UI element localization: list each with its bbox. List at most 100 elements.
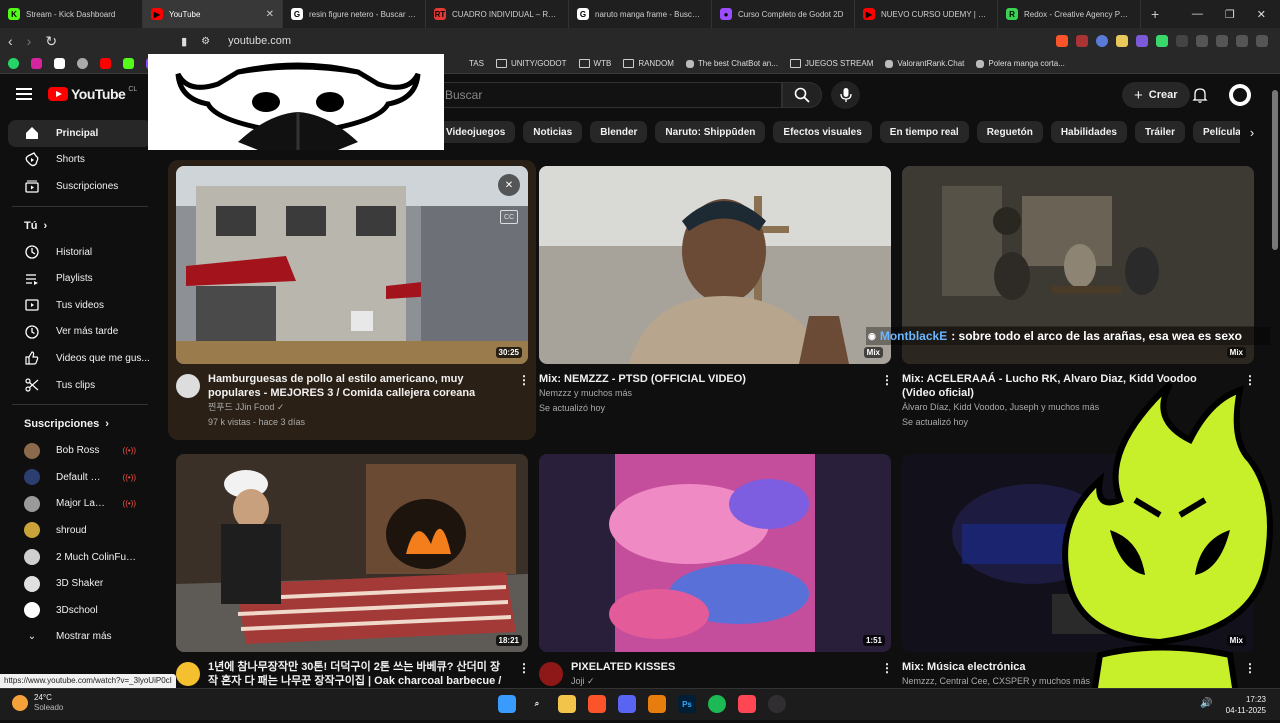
close-tab-icon[interactable]: ✕ (266, 9, 274, 20)
filter-chip[interactable]: Habilidades (1050, 121, 1127, 143)
video-channel[interactable]: 찐푸드 JJin Food ✓ (208, 400, 508, 415)
video-thumbnail[interactable]: 30:25 ✕ CC (176, 166, 528, 364)
chips-next-button[interactable]: › (1240, 121, 1264, 143)
scrollbar-thumb[interactable] (1272, 90, 1278, 250)
restore-icon[interactable]: ❐ (1225, 8, 1235, 21)
sidebar-item-principal[interactable]: Principal (8, 120, 152, 147)
subscriptions-section-header[interactable]: Suscripciones › (8, 411, 152, 437)
subscription-channel[interactable]: Bob Ross ((•)) (8, 437, 152, 464)
close-window-icon[interactable]: ✕ (1257, 8, 1266, 21)
browser-tab[interactable]: Gresin figure netero - Buscar con (283, 0, 426, 28)
subscription-channel[interactable]: 3D Shaker (8, 570, 152, 597)
extension-icon[interactable] (1176, 35, 1188, 47)
sidebar-toggle-icon[interactable] (1216, 35, 1228, 47)
brave-icon[interactable] (588, 695, 606, 713)
forward-icon[interactable]: › (27, 33, 32, 49)
site-info-icon[interactable]: ⚙ (201, 36, 210, 47)
reload-icon[interactable]: ↻ (45, 33, 57, 50)
mute-icon[interactable]: ✕ (498, 174, 520, 196)
bookmark-item[interactable]: WTB (578, 59, 611, 68)
clock[interactable]: 17:23 04-11-2025 (1226, 694, 1266, 716)
sidebar-item-videos-que-me-gus-[interactable]: Videos que me gus... (8, 345, 152, 372)
subscription-channel[interactable]: Default Cube ((•)) (8, 464, 152, 491)
account-avatar[interactable] (1229, 84, 1251, 106)
filter-chip[interactable]: Reguetón (976, 121, 1043, 143)
menu-icon[interactable] (1256, 35, 1268, 47)
bookmark-item[interactable]: TAS (469, 59, 484, 68)
sidebar-item-tus-videos[interactable]: Tus videos (8, 292, 152, 319)
filter-chip[interactable]: Efectos visuales (773, 121, 872, 143)
whatsapp-icon[interactable] (8, 58, 19, 69)
filter-chip[interactable]: Tráiler (1134, 121, 1185, 143)
video-channel[interactable]: Joji ✓ (571, 674, 871, 689)
create-button[interactable]: + Crear (1122, 82, 1190, 108)
new-tab-button[interactable]: + (1141, 6, 1169, 22)
video-channel[interactable]: Nemzzz y muchos más (539, 386, 869, 401)
brave-shield-icon[interactable] (1056, 35, 1068, 47)
filter-chip[interactable]: Naruto: Shippūden (655, 121, 766, 143)
video-thumbnail[interactable]: 1:51 (539, 454, 891, 652)
browser-tab[interactable]: ● Curso Completo de Godot 2D (712, 0, 855, 28)
filter-chip[interactable]: Videojuegos (436, 121, 516, 143)
bookmark-item[interactable]: ValorantRank.Chat (885, 59, 964, 68)
video-thumbnail[interactable]: 18:21 (176, 454, 528, 652)
sidebar-item-suscripciones[interactable]: Suscripciones (8, 173, 152, 200)
extension-icon[interactable] (1156, 35, 1168, 47)
you-section-header[interactable]: Tú › (8, 213, 152, 239)
extension-icon[interactable] (1096, 35, 1108, 47)
subscription-channel[interactable]: 3Dschool (8, 597, 152, 624)
photoshop-icon[interactable]: Ps (678, 695, 696, 713)
start-icon[interactable] (498, 695, 516, 713)
weather-widget[interactable]: 24°C Soleado (12, 693, 63, 713)
search-button[interactable] (782, 82, 822, 108)
hamburger-menu-icon[interactable] (16, 88, 32, 100)
video-title[interactable]: Hamburguesas de pollo al estilo american… (208, 372, 508, 400)
more-options-icon[interactable]: ⋮ (518, 662, 530, 674)
more-options-icon[interactable]: ⋮ (518, 374, 530, 386)
bookmark-item[interactable]: JUEGOS STREAM (789, 59, 873, 68)
video-title[interactable]: 1년에 참나무장작만 30톤! 더덕구이 2톤 쓰는 바베큐? 산더미 장작 혼… (208, 660, 508, 688)
search-icon[interactable]: ⌕ (528, 695, 546, 713)
browser-tab[interactable]: K Stream - Kick Dashboard (0, 0, 143, 28)
browser-tab[interactable]: Gnaruto manga frame - Buscar c (569, 0, 712, 28)
url-field[interactable]: youtube.com (228, 35, 291, 47)
bookmark-item[interactable]: Polera manga corta... (976, 59, 1065, 68)
video-title[interactable]: Mix: NEMZZZ - PTSD (OFFICIAL VIDEO) (539, 372, 869, 386)
x-icon[interactable] (54, 58, 65, 69)
extension-icon[interactable] (1136, 35, 1148, 47)
volume-icon[interactable]: 🔊 (1200, 698, 1212, 709)
filter-chip[interactable]: Blender (590, 121, 648, 143)
youtube-icon[interactable] (100, 58, 111, 69)
blender-icon[interactable] (648, 695, 666, 713)
youtube-logo[interactable]: YouTube CL (48, 86, 137, 102)
browser-tab[interactable]: ▶ NUEVO CURSO UDEMY | Crea (855, 0, 998, 28)
notifications-button[interactable] (1192, 87, 1208, 106)
search-input[interactable]: Buscar (420, 82, 782, 108)
sidebar-item-playlists[interactable]: Playlists (8, 265, 152, 292)
video-title[interactable]: PIXELATED KISSES (571, 660, 871, 674)
sidebar-item-tus-clips[interactable]: Tus clips (8, 372, 152, 399)
valorant-icon[interactable] (738, 695, 756, 713)
channel-avatar[interactable] (539, 662, 563, 686)
extension-icon[interactable] (1116, 35, 1128, 47)
video-thumbnail[interactable]: Mix (539, 166, 891, 364)
more-options-icon[interactable]: ⋮ (881, 374, 893, 386)
channel-avatar[interactable] (176, 374, 200, 398)
bookmark-item[interactable]: The best ChatBot an... (685, 59, 778, 68)
file-explorer-icon[interactable] (558, 695, 576, 713)
more-options-icon[interactable]: ⋮ (881, 662, 893, 674)
filter-chip[interactable]: En tiempo real (879, 121, 969, 143)
sidebar-item-historial[interactable]: Historial (8, 239, 152, 266)
channel-avatar[interactable] (176, 662, 200, 686)
brave-rewards-icon[interactable] (1076, 35, 1088, 47)
kick-icon[interactable] (123, 58, 134, 69)
browser-tab[interactable]: RT CUADRO INDIVIDUAL – Retela (426, 0, 569, 28)
browser-tab[interactable]: ▶ YouTube ✕ (143, 0, 283, 28)
captions-icon[interactable]: CC (500, 210, 518, 224)
bookmark-item[interactable]: RANDOM (623, 59, 674, 68)
sidebar-item-shorts[interactable]: Shorts (8, 147, 152, 174)
show-more-button[interactable]: ⌄ Mostrar más (8, 624, 152, 651)
apple-icon[interactable] (77, 58, 88, 69)
subscription-channel[interactable]: shroud (8, 517, 152, 544)
sidebar-item-ver-m-s-tarde[interactable]: Ver más tarde (8, 319, 152, 346)
